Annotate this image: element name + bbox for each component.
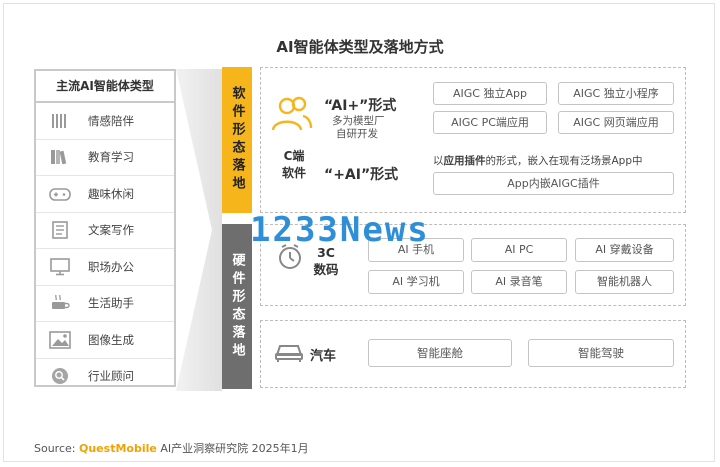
category-item: 职场办公 (36, 249, 174, 286)
hardware-section-bar: 硬件形态落地 (222, 224, 252, 389)
plugin-pill: App内嵌AIGC插件 (433, 172, 674, 195)
digital-pill: AI 穿戴设备 (575, 238, 674, 262)
car-label: 汽车 (310, 349, 337, 364)
digital-pill: 智能机器人 (575, 270, 674, 294)
funnel-connector (176, 69, 222, 391)
watermark-text: 1233News (250, 210, 430, 250)
software-pill: AIGC 网页端应用 (558, 111, 674, 134)
digital-pill: AI 录音笔 (471, 270, 567, 294)
software-pill: AIGC 独立小程序 (558, 82, 674, 105)
monitor-icon (48, 257, 72, 276)
source-prefix: Source: (34, 442, 76, 455)
software-section-bar: 软件形态落地 (222, 67, 252, 213)
software-pill: AIGC PC端应用 (433, 111, 547, 134)
category-label: 图像生成 (88, 332, 134, 347)
category-item: 图像生成 (36, 322, 174, 359)
category-label: 教育学习 (88, 150, 134, 165)
gamepad-icon (48, 185, 72, 203)
coffee-icon (48, 294, 72, 312)
category-item: 文案写作 (36, 213, 174, 249)
category-label: 文案写作 (88, 223, 134, 238)
software-pill: AIGC 独立App (433, 82, 547, 105)
source-line: Source: QuestMobile AI产业洞察研究院 2025年1月 (34, 440, 309, 456)
plugin-note-prefix: 以 (433, 155, 444, 167)
car-pill: 智能驾驶 (528, 339, 674, 367)
car-pill: 智能座舱 (368, 339, 512, 367)
plugin-note-bold: 应用插件 (443, 155, 486, 167)
digital-label-line2: 数码 (313, 262, 339, 277)
category-item: 情感陪伴 (36, 103, 174, 140)
category-label: 趣味休闲 (88, 186, 134, 201)
users-icon (270, 95, 314, 137)
c-end-label-line1: C端 (283, 149, 305, 163)
category-label: 情感陪伴 (88, 113, 134, 128)
books-icon (48, 148, 72, 166)
category-label: 职场办公 (88, 259, 134, 274)
plugin-note: 以应用插件的形式，嵌入在现有泛场景App中 (433, 153, 643, 168)
document-icon (48, 221, 72, 240)
source-brand: QuestMobile (79, 442, 157, 455)
category-label: 行业顾问 (88, 369, 134, 384)
c-end-software-label: C端 软件 (279, 148, 309, 182)
lines-icon (48, 112, 72, 130)
plugin-note-suffix: 的形式，嵌入在现有泛场景App中 (485, 155, 643, 167)
ai-plus-label: “AI+”形式 (324, 98, 397, 114)
category-item: 生活助手 (36, 286, 174, 322)
diagram-title: AI智能体类型及落地方式 (276, 38, 444, 56)
source-suffix: AI产业洞察研究院 2025年1月 (160, 442, 309, 455)
category-item: 行业顾问 (36, 359, 174, 395)
category-item: 教育学习 (36, 140, 174, 176)
category-item: 趣味休闲 (36, 176, 174, 213)
car-icon (274, 341, 304, 367)
c-end-label-line2: 软件 (281, 166, 306, 180)
category-label: 生活助手 (88, 296, 134, 311)
search-icon (48, 367, 72, 385)
digital-pill: AI PC (471, 238, 567, 262)
digital-pill: AI 学习机 (368, 270, 464, 294)
category-panel-header: 主流AI智能体类型 (36, 71, 174, 103)
plus-ai-label: “+AI”形式 (324, 167, 399, 183)
ai-plus-sub2: 自研开发 (336, 128, 378, 140)
category-panel: 主流AI智能体类型 情感陪伴 教育学习 趣味休闲 文案写作 职场办公 生活助手 (34, 69, 176, 387)
image-icon (48, 330, 72, 349)
